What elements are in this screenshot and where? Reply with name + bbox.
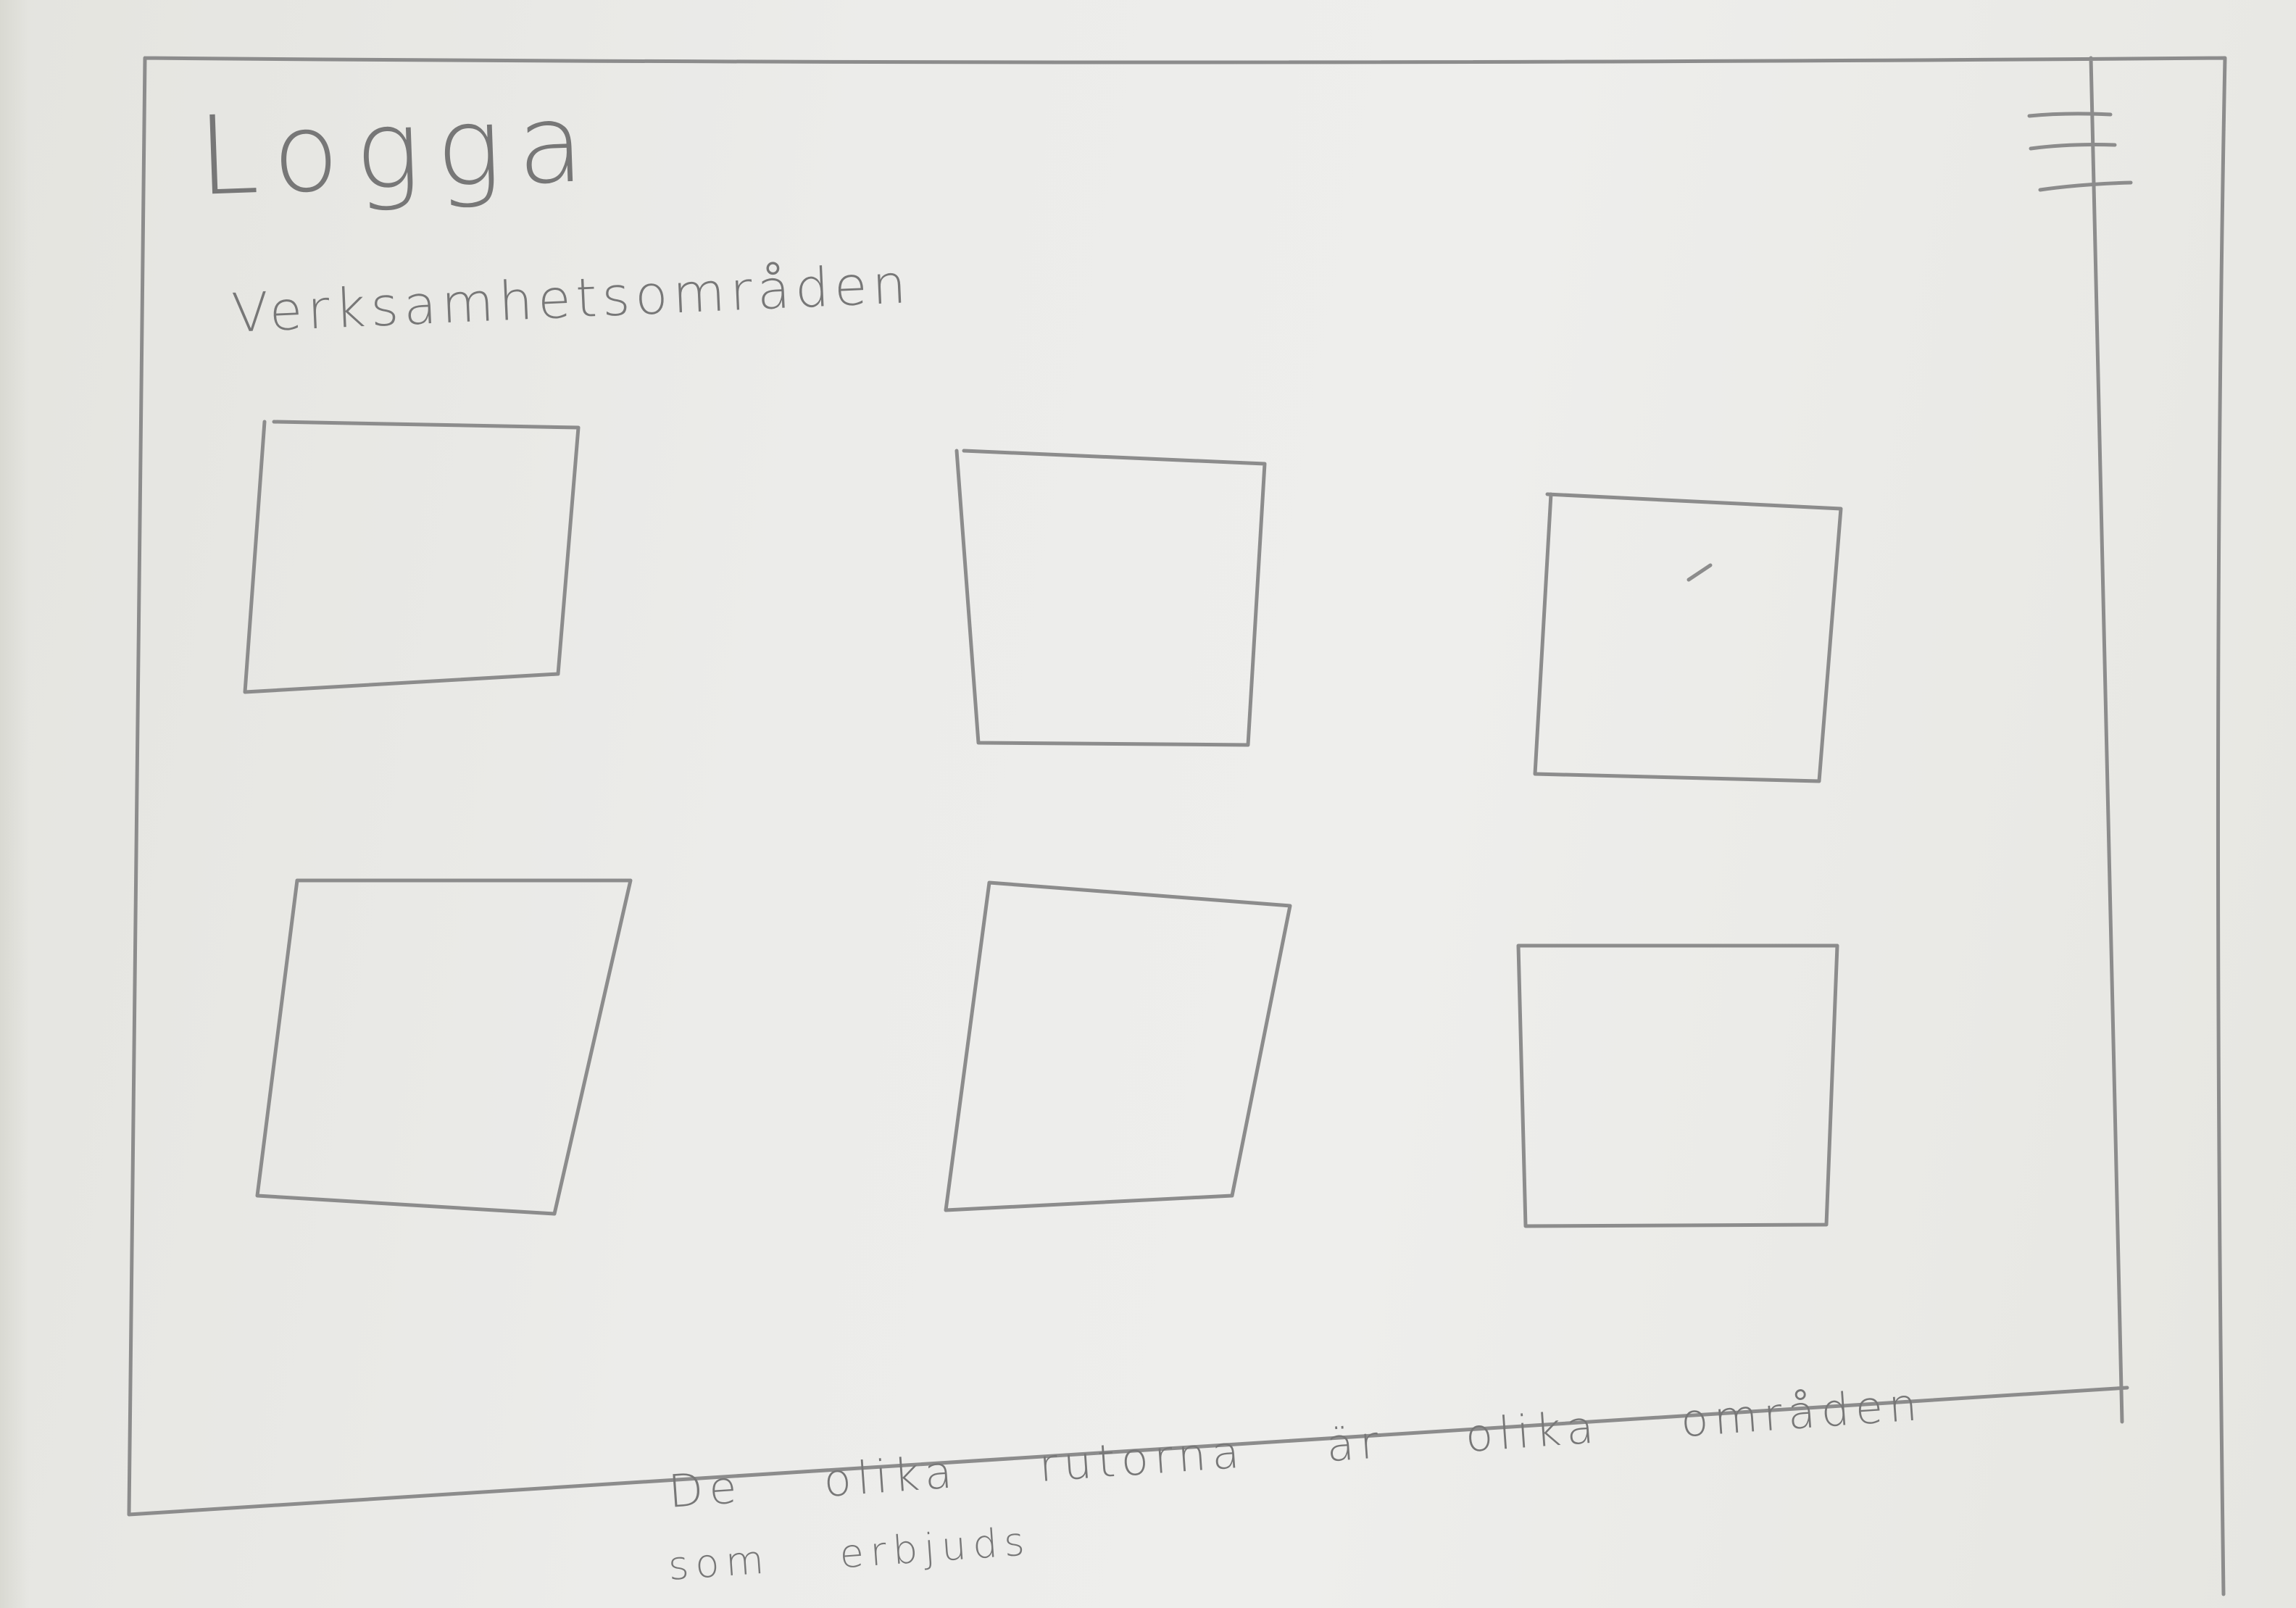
wireframe-sketch bbox=[127, 56, 2227, 1596]
area-tile-2[interactable] bbox=[964, 457, 1254, 739]
area-tile-6[interactable] bbox=[1522, 949, 1834, 1225]
area-tile-5[interactable] bbox=[957, 891, 1276, 1203]
area-tile-1[interactable] bbox=[261, 424, 565, 678]
area-tile-3[interactable] bbox=[1540, 500, 1830, 775]
logo[interactable]: Logga bbox=[196, 80, 602, 220]
menu-button[interactable] bbox=[2015, 101, 2138, 203]
area-tile-4[interactable] bbox=[268, 884, 609, 1203]
